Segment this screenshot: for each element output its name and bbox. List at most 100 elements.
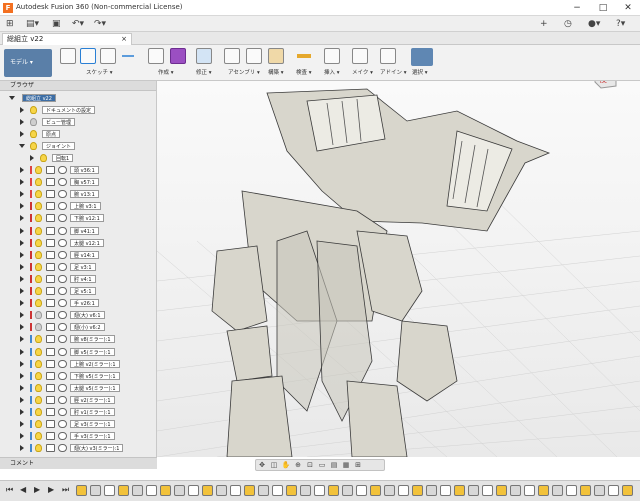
canvas-viewport[interactable]: 後: [157, 81, 640, 457]
visibility-bulb-icon[interactable]: [35, 395, 42, 404]
timeline-feature-icon[interactable]: [132, 485, 143, 496]
expand-arrow-icon[interactable]: [20, 360, 24, 367]
timeline-features[interactable]: [76, 484, 636, 498]
component-row[interactable]: 肘 v4:1: [0, 274, 156, 284]
view-cube[interactable]: 後: [590, 81, 620, 90]
timeline-feature-icon[interactable]: [244, 485, 255, 496]
visibility-bulb-icon[interactable]: [30, 142, 37, 150]
expand-arrow-icon[interactable]: [20, 409, 24, 415]
expand-arrow-icon[interactable]: [20, 239, 24, 246]
maximize-button[interactable]: □: [592, 0, 614, 16]
timeline-feature-icon[interactable]: [258, 485, 269, 496]
timeline-feature-icon[interactable]: [328, 485, 339, 496]
visibility-bulb-icon[interactable]: [35, 323, 42, 332]
timeline-next-icon[interactable]: ▶: [48, 485, 54, 494]
component-row[interactable]: 下腕 v12:1: [0, 213, 156, 223]
component-row[interactable]: 腕 v13:1: [0, 189, 156, 199]
timeline-feature-icon[interactable]: [174, 485, 185, 496]
timeline-feature-icon[interactable]: [216, 485, 227, 496]
visibility-bulb-icon[interactable]: [35, 274, 42, 283]
timeline-feature-icon[interactable]: [76, 485, 87, 496]
component-row[interactable]: 翅(小) v6:2: [0, 322, 156, 332]
visibility-bulb-icon[interactable]: [35, 250, 42, 259]
timeline-feature-icon[interactable]: [412, 485, 423, 496]
expand-arrow-icon[interactable]: [20, 251, 24, 258]
browser-folder-row[interactable]: 原点: [0, 129, 156, 139]
expand-arrow-icon[interactable]: [20, 288, 24, 294]
timeline-feature-icon[interactable]: [454, 485, 465, 496]
select-icon[interactable]: [411, 48, 433, 66]
expand-arrow-icon[interactable]: [20, 324, 24, 331]
expand-arrow-icon[interactable]: [20, 191, 24, 198]
component-row[interactable]: 翅(大) v3(ミラー):1: [0, 443, 156, 453]
visibility-bulb-icon[interactable]: [35, 190, 42, 199]
user-icon[interactable]: ●▾: [588, 18, 600, 30]
visibility-bulb-icon[interactable]: [35, 371, 42, 380]
add-tab-icon[interactable]: +: [540, 18, 548, 30]
save-icon[interactable]: ▣: [52, 18, 61, 30]
timeline-feature-icon[interactable]: [538, 485, 549, 496]
component-row[interactable]: 下腕 v5(ミラー):1: [0, 371, 156, 381]
timeline-feature-icon[interactable]: [314, 485, 325, 496]
comment-panel-header[interactable]: コメント: [0, 457, 157, 469]
timeline-last-icon[interactable]: ⏭: [62, 485, 69, 495]
viewports-icon[interactable]: ⊞: [352, 460, 364, 470]
look-at-icon[interactable]: ◫: [268, 460, 280, 470]
measure-icon[interactable]: [296, 48, 312, 64]
visibility-bulb-icon[interactable]: [35, 359, 42, 368]
expand-arrow-icon[interactable]: [30, 155, 34, 161]
timeline-feature-icon[interactable]: [342, 485, 353, 496]
visibility-bulb-icon[interactable]: [35, 178, 42, 187]
component-row[interactable]: 脚 v41:1: [0, 226, 156, 236]
timeline-feature-icon[interactable]: [90, 485, 101, 496]
expand-arrow-icon[interactable]: [20, 372, 24, 379]
browser-folder-row[interactable]: ジョイント: [0, 141, 156, 151]
expand-arrow-icon[interactable]: [20, 215, 24, 222]
timeline-feature-icon[interactable]: [426, 485, 437, 496]
expand-arrow-icon[interactable]: [9, 96, 15, 100]
visibility-bulb-icon[interactable]: [30, 118, 37, 126]
visibility-bulb-icon[interactable]: [30, 130, 37, 138]
press-pull-icon[interactable]: [196, 48, 212, 64]
component-row[interactable]: 太腿 v5(ミラー):1: [0, 383, 156, 393]
visibility-bulb-icon[interactable]: [30, 106, 37, 114]
tab-close-icon[interactable]: ×: [121, 34, 127, 45]
rectangle-icon[interactable]: [100, 48, 116, 64]
timeline-feature-icon[interactable]: [188, 485, 199, 496]
timeline-prev-icon[interactable]: ◀: [20, 485, 26, 494]
expand-arrow-icon[interactable]: [20, 275, 24, 282]
component-row[interactable]: 脛 v14:1: [0, 250, 156, 260]
timeline-first-icon[interactable]: ⏮: [6, 485, 13, 495]
browser-folder-row[interactable]: ビュー管理: [0, 117, 156, 127]
component-row[interactable]: 足 v3:1: [0, 262, 156, 272]
component-row[interactable]: 胸 v57:1: [0, 177, 156, 187]
timeline-feature-icon[interactable]: [622, 485, 633, 496]
timeline-feature-icon[interactable]: [300, 485, 311, 496]
component-row[interactable]: 脚 v5(ミラー):1: [0, 347, 156, 357]
form-icon[interactable]: [170, 48, 186, 64]
timeline-feature-icon[interactable]: [104, 485, 115, 496]
expand-arrow-icon[interactable]: [20, 107, 24, 113]
expand-arrow-icon[interactable]: [20, 421, 24, 428]
3d-print-icon[interactable]: [352, 48, 368, 64]
expand-arrow-icon[interactable]: [20, 179, 24, 186]
undo-icon[interactable]: ↶▾: [72, 18, 84, 30]
visibility-bulb-icon[interactable]: [35, 335, 42, 344]
box-icon[interactable]: [148, 48, 164, 64]
visibility-bulb-icon[interactable]: [35, 287, 42, 295]
timeline-feature-icon[interactable]: [510, 485, 521, 496]
visibility-bulb-icon[interactable]: [35, 347, 42, 356]
timeline-feature-icon[interactable]: [384, 485, 395, 496]
visibility-bulb-icon[interactable]: [35, 226, 42, 235]
expand-arrow-icon[interactable]: [20, 384, 24, 391]
workspace-switcher[interactable]: モデル ▾: [4, 49, 52, 77]
component-row[interactable]: 上腕 v3:1: [0, 201, 156, 211]
component-row[interactable]: 足 v3(ミラー):1: [0, 419, 156, 429]
visibility-bulb-icon[interactable]: [35, 166, 42, 174]
joint-icon[interactable]: [246, 48, 262, 64]
expand-arrow-icon[interactable]: [20, 433, 24, 440]
timeline-play-icon[interactable]: ▶: [34, 485, 40, 494]
zoom-icon[interactable]: ⊕: [292, 460, 304, 470]
timeline-feature-icon[interactable]: [286, 485, 297, 496]
history-icon[interactable]: ◷: [564, 18, 572, 30]
